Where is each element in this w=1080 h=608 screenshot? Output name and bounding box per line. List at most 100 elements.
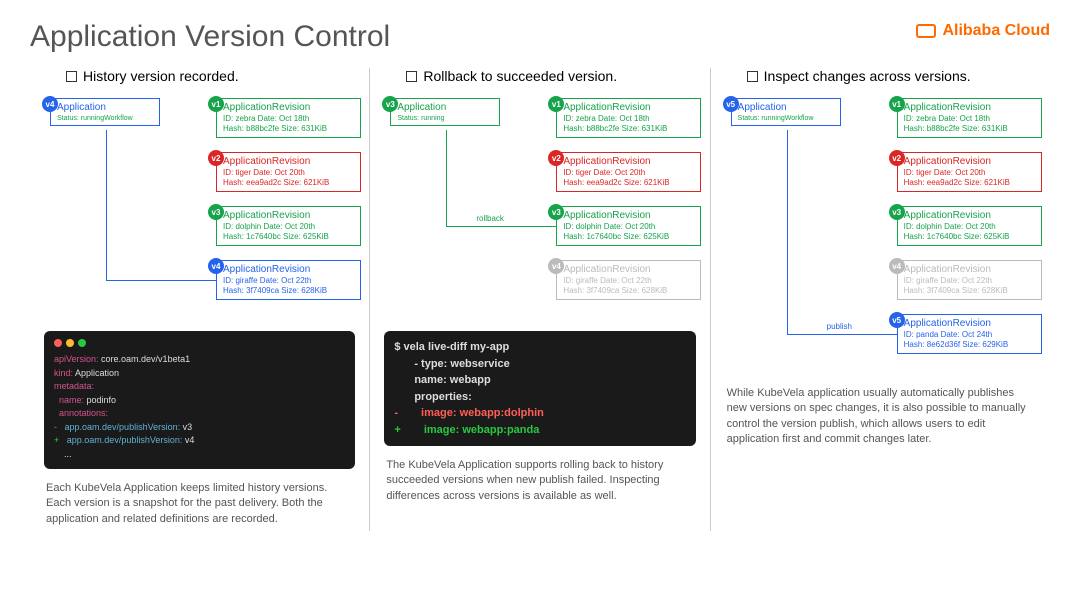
badge-v5: v5	[889, 312, 905, 328]
app-status: Status: runningWorkflow	[738, 114, 834, 123]
rev-detail: ID: tiger Date: Oct 20th	[904, 168, 1035, 178]
connector-line	[787, 130, 788, 334]
rev-detail: ID: giraffe Date: Oct 22th	[563, 276, 694, 286]
code-val: podinfo	[84, 395, 116, 405]
window-dot-yellow	[66, 339, 74, 347]
rev-hash: Hash: 1c7640bc Size: 625KiB	[223, 232, 354, 242]
rev-hash: Hash: eea9ad2c Size: 621KiB	[223, 178, 354, 188]
code-key: kind:	[54, 368, 73, 378]
window-dot-green	[78, 339, 86, 347]
revision-box-disabled: ApplicationRevisionID: giraffe Date: Oct…	[897, 260, 1042, 300]
rev-detail: ID: dolphin Date: Oct 20th	[223, 222, 354, 232]
checkbox-icon	[66, 71, 77, 82]
badge-v4: v4	[208, 258, 224, 274]
rev-title: ApplicationRevision	[223, 101, 354, 114]
code-key: app.oam.dev/publishVersion:	[65, 422, 181, 432]
revision-box: ApplicationRevisionID: zebra Date: Oct 1…	[216, 98, 361, 138]
connector-line	[446, 226, 556, 227]
revision-box: ApplicationRevisionID: zebra Date: Oct 1…	[897, 98, 1042, 138]
diagram-rollback: v3 ApplicationStatus: running rollback v…	[376, 92, 703, 327]
app-status: Status: runningWorkflow	[57, 114, 153, 123]
code-val: v4	[182, 435, 194, 445]
code-line: - type: webservice	[394, 356, 685, 373]
rev-title: ApplicationRevision	[223, 155, 354, 168]
application-box: ApplicationStatus: runningWorkflow	[731, 98, 841, 126]
checkbox-icon	[747, 71, 758, 82]
rev-detail: ID: dolphin Date: Oct 20th	[563, 222, 694, 232]
app-title: Application	[57, 101, 153, 114]
revision-box: ApplicationRevisionID: tiger Date: Oct 2…	[216, 152, 361, 192]
logo-icon	[916, 24, 936, 38]
rev-hash: Hash: eea9ad2c Size: 621KiB	[563, 178, 694, 188]
code-line: name: webapp	[394, 372, 685, 389]
connector-line	[787, 334, 897, 335]
revision-box: ApplicationRevisionID: dolphin Date: Oct…	[216, 206, 361, 246]
rev-detail: ID: giraffe Date: Oct 22th	[904, 276, 1035, 286]
revision-box: ApplicationRevisionID: giraffe Date: Oct…	[216, 260, 361, 300]
columns: History version recorded. v4 Application…	[30, 68, 1050, 531]
application-box: ApplicationStatus: running	[390, 98, 500, 126]
rev-title: ApplicationRevision	[904, 263, 1035, 276]
application-box: ApplicationStatus: runningWorkflow	[50, 98, 160, 126]
code-line: properties:	[394, 389, 685, 406]
rev-title: ApplicationRevision	[904, 317, 1035, 330]
badge-v2: v2	[889, 150, 905, 166]
heading-text: Inspect changes across versions.	[764, 68, 971, 84]
rev-title: ApplicationRevision	[904, 155, 1035, 168]
logo-text: Alibaba Cloud	[942, 22, 1050, 40]
rev-detail: ID: tiger Date: Oct 20th	[563, 168, 694, 178]
rev-detail: ID: dolphin Date: Oct 20th	[904, 222, 1035, 232]
code-key: apiVersion:	[54, 354, 99, 364]
rev-title: ApplicationRevision	[563, 263, 694, 276]
rev-title: ApplicationRevision	[223, 209, 354, 222]
rev-hash: Hash: 3f7409ca Size: 628KiB	[563, 286, 694, 296]
rev-hash: Hash: b88bc2fe Size: 631KiB	[904, 124, 1035, 134]
rev-title: ApplicationRevision	[563, 101, 694, 114]
revision-box: ApplicationRevisionID: panda Date: Oct 2…	[897, 314, 1042, 354]
section-heading: Inspect changes across versions.	[747, 68, 1044, 84]
section-heading: History version recorded.	[66, 68, 363, 84]
column-inspect: Inspect changes across versions. v5 Appl…	[711, 68, 1050, 531]
badge-v2: v2	[208, 150, 224, 166]
diagram-history: v4 ApplicationStatus: runningWorkflow v1…	[36, 92, 363, 327]
rev-detail: ID: panda Date: Oct 24th	[904, 330, 1035, 340]
description: Each KubeVela Application keeps limited …	[36, 477, 363, 531]
code-val: Application	[73, 368, 119, 378]
badge-v5: v5	[723, 96, 739, 112]
revision-box: ApplicationRevisionID: tiger Date: Oct 2…	[897, 152, 1042, 192]
rev-title: ApplicationRevision	[563, 209, 694, 222]
code-key: name:	[59, 395, 84, 405]
rev-hash: Hash: 1c7640bc Size: 625KiB	[563, 232, 694, 242]
rev-hash: Hash: 3f7409ca Size: 628KiB	[904, 286, 1035, 296]
badge-v3: v3	[889, 204, 905, 220]
code-block-diff: $ vela live-diff my-app - type: webservi…	[384, 331, 695, 446]
publish-label: publish	[827, 322, 852, 331]
rev-hash: Hash: 8e62d36f Size: 629KiB	[904, 340, 1035, 350]
connector-line	[446, 130, 447, 226]
rev-hash: Hash: b88bc2fe Size: 631KiB	[223, 124, 354, 134]
code-key: metadata:	[54, 381, 94, 391]
code-val: v3	[180, 422, 192, 432]
code-cmd: $ vela live-diff my-app	[394, 339, 685, 356]
code-key: app.oam.dev/publishVersion:	[67, 435, 183, 445]
description: The KubeVela Application supports rollin…	[376, 454, 703, 508]
revision-box: ApplicationRevisionID: dolphin Date: Oct…	[897, 206, 1042, 246]
page-title: Application Version Control	[30, 20, 1050, 54]
badge-v1: v1	[889, 96, 905, 112]
rev-hash: Hash: 1c7640bc Size: 625KiB	[904, 232, 1035, 242]
revision-box-disabled: ApplicationRevisionID: giraffe Date: Oct…	[556, 260, 701, 300]
code-key: annotations:	[59, 408, 108, 418]
code-ellipsis: ...	[64, 449, 72, 459]
rev-title: ApplicationRevision	[904, 209, 1035, 222]
heading-text: Rollback to succeeded version.	[423, 68, 617, 84]
badge-v3: v3	[208, 204, 224, 220]
section-heading: Rollback to succeeded version.	[406, 68, 703, 84]
badge-v4: v4	[889, 258, 905, 274]
description: While KubeVela application usually autom…	[717, 382, 1044, 452]
rev-hash: Hash: b88bc2fe Size: 631KiB	[563, 124, 694, 134]
badge-v1: v1	[208, 96, 224, 112]
rev-detail: ID: zebra Date: Oct 18th	[563, 114, 694, 124]
diagram-inspect: v5 ApplicationStatus: runningWorkflow pu…	[717, 92, 1044, 382]
rev-detail: ID: tiger Date: Oct 20th	[223, 168, 354, 178]
connector-line	[106, 280, 216, 281]
